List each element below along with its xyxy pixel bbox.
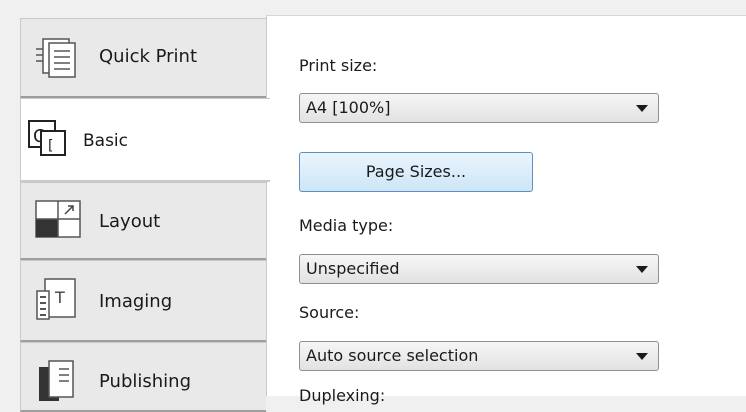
publishing-icon <box>35 359 83 409</box>
basic-settings-panel: Print size: A4 [100%] Page Sizes... Medi… <box>266 15 746 405</box>
chevron-down-icon <box>636 266 648 273</box>
tab-publishing[interactable]: Publishing <box>20 342 266 412</box>
tab-layout[interactable]: Layout <box>20 182 266 260</box>
tab-label: Quick Print <box>99 46 198 67</box>
tab-label: Publishing <box>99 371 191 392</box>
tab-basic[interactable]: C [ Basic <box>20 98 270 182</box>
source-select[interactable]: Auto source selection <box>299 341 659 371</box>
chevron-down-icon <box>636 353 648 360</box>
imaging-icon: T <box>35 277 83 327</box>
layout-icon <box>35 199 83 247</box>
media-type-select[interactable]: Unspecified <box>299 254 659 284</box>
media-type-value: Unspecified <box>306 259 400 278</box>
svg-text:[: [ <box>48 138 53 154</box>
print-size-value: A4 [100%] <box>306 98 391 117</box>
svg-text:T: T <box>54 288 65 307</box>
source-label: Source: <box>299 303 360 322</box>
print-size-select[interactable]: A4 [100%] <box>299 93 659 123</box>
chevron-down-icon <box>636 105 648 112</box>
tab-quick-print[interactable]: Quick Print <box>20 18 266 98</box>
quick-print-icon <box>35 35 83 85</box>
tab-label: Imaging <box>99 291 173 312</box>
print-size-label: Print size: <box>299 56 378 75</box>
basic-icon: C [ <box>27 117 71 165</box>
tab-imaging[interactable]: T Imaging <box>20 260 266 342</box>
source-value: Auto source selection <box>306 346 479 365</box>
tab-label: Layout <box>99 211 161 232</box>
page-sizes-button[interactable]: Page Sizes... <box>299 152 533 192</box>
tab-sidebar: Quick Print C [ Basic Layout T Imaging P… <box>0 0 270 412</box>
tab-label: Basic <box>83 131 129 151</box>
media-type-label: Media type: <box>299 216 394 235</box>
